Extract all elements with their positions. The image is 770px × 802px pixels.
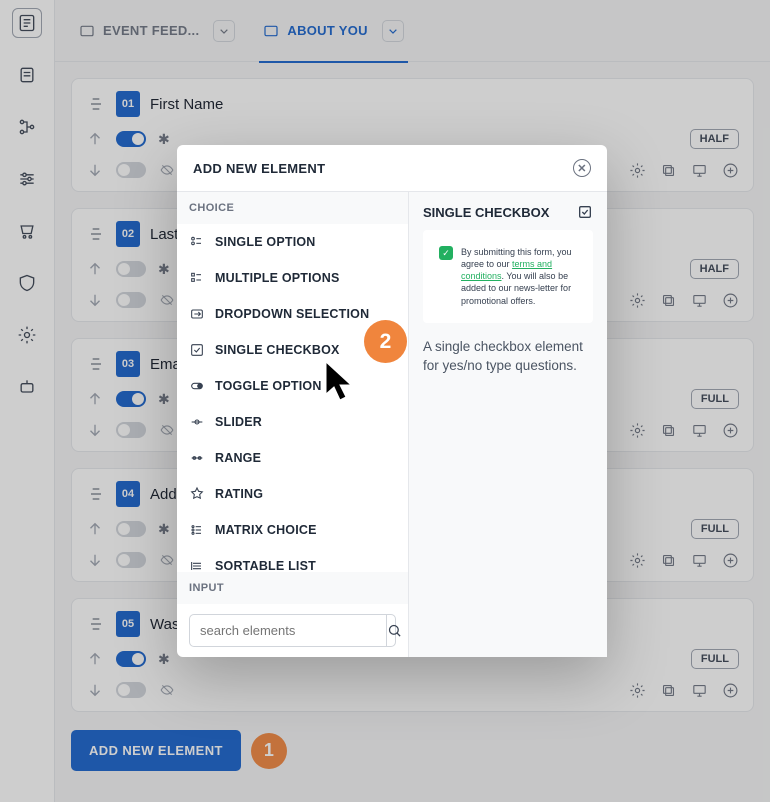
option-label: MATRIX CHOICE [215,523,317,537]
section-choice: CHOICE [177,192,408,224]
option-icon [189,378,205,394]
option-icon [189,450,205,466]
close-icon[interactable]: ✕ [573,159,591,177]
checkbox-icon [577,204,593,220]
annotation-badge-2: 2 [364,320,407,363]
option-label: SINGLE OPTION [215,235,316,249]
element-option[interactable]: RATING [177,476,408,512]
search-icon[interactable] [386,615,402,646]
search-input[interactable] [190,615,386,646]
option-label: RANGE [215,451,261,465]
preview-title: SINGLE CHECKBOX [423,205,549,220]
element-option[interactable]: SLIDER [177,404,408,440]
section-input: INPUT [177,572,408,604]
element-option[interactable]: SORTABLE LIST [177,548,408,572]
option-label: SINGLE CHECKBOX [215,343,340,357]
element-option[interactable]: MULTIPLE OPTIONS [177,260,408,296]
option-label: DROPDOWN SELECTION [215,307,369,321]
option-label: RATING [215,487,263,501]
option-label: TOGGLE OPTION [215,379,322,393]
option-icon [189,414,205,430]
add-element-modal: ADD NEW ELEMENT ✕ CHOICE SINGLE OPTION MU… [177,145,607,657]
checkbox-checked-icon: ✓ [439,246,453,260]
option-icon [189,486,205,502]
cursor-icon [323,360,363,408]
modal-title: ADD NEW ELEMENT [193,161,325,176]
option-icon [189,558,205,572]
option-icon [189,522,205,538]
preview-box: ✓ By submitting this form, you agree to … [423,230,593,323]
option-icon [189,342,205,358]
option-label: SLIDER [215,415,262,429]
element-option[interactable]: SINGLE OPTION [177,224,408,260]
preview-description: A single checkbox element for yes/no typ… [423,337,593,376]
search-elements[interactable] [189,614,396,647]
option-icon [189,270,205,286]
element-option[interactable]: RANGE [177,440,408,476]
option-icon [189,306,205,322]
element-option[interactable]: TOGGLE OPTION [177,368,408,404]
option-icon [189,234,205,250]
option-label: SORTABLE LIST [215,559,316,572]
element-option[interactable]: MATRIX CHOICE [177,512,408,548]
option-label: MULTIPLE OPTIONS [215,271,340,285]
